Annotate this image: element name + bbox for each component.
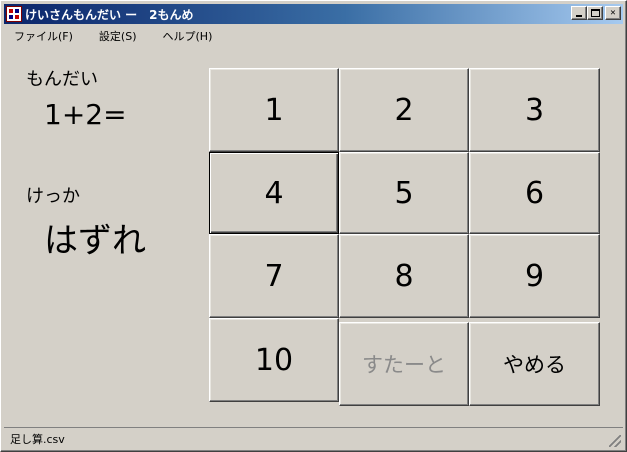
maximize-button[interactable] xyxy=(587,6,603,20)
app-window: けいさんもんだい ー 2もんめ ✕ ファイル(F) 設定(S) ヘルプ(H) も… xyxy=(0,0,627,452)
maximize-icon xyxy=(590,9,600,17)
menu-help[interactable]: ヘルプ(H) xyxy=(159,26,217,46)
result-value: はずれ xyxy=(44,221,146,261)
number-button-10[interactable]: 10 xyxy=(209,318,339,402)
status-bar: 足し算.csv xyxy=(4,427,623,449)
menu-bar: ファイル(F) 設定(S) ヘルプ(H) xyxy=(4,26,623,46)
number-button-6[interactable]: 6 xyxy=(469,152,600,234)
caption-buttons: ✕ xyxy=(571,6,621,20)
app-icon[interactable] xyxy=(6,6,22,22)
problem-label: もんだい xyxy=(26,69,98,90)
close-button[interactable]: ✕ xyxy=(605,6,621,20)
start-button[interactable]: すたーと xyxy=(339,322,469,406)
number-button-4[interactable]: 4 xyxy=(209,152,339,234)
minimize-icon xyxy=(576,15,582,17)
status-filename: 足し算.csv xyxy=(10,432,65,446)
problem-expression: 1+2= xyxy=(44,98,127,131)
result-label: けっか xyxy=(26,186,80,207)
number-button-2[interactable]: 2 xyxy=(339,68,469,152)
number-button-3[interactable]: 3 xyxy=(469,68,600,152)
minimize-button[interactable] xyxy=(571,6,587,20)
quit-button[interactable]: やめる xyxy=(469,322,600,406)
resize-grip-icon[interactable] xyxy=(609,435,621,447)
number-button-1[interactable]: 1 xyxy=(209,68,339,152)
number-button-5[interactable]: 5 xyxy=(339,152,469,234)
client-area: もんだい 1+2= けっか はずれ 1 2 3 4 5 6 7 8 9 10 す… xyxy=(4,47,623,425)
menu-file[interactable]: ファイル(F) xyxy=(10,26,77,46)
close-icon: ✕ xyxy=(610,7,616,18)
title-bar[interactable]: けいさんもんだい ー 2もんめ ✕ xyxy=(4,4,623,24)
menu-settings[interactable]: 設定(S) xyxy=(95,26,141,46)
number-button-7[interactable]: 7 xyxy=(209,234,339,318)
window-title: けいさんもんだい ー 2もんめ xyxy=(25,7,194,22)
number-button-9[interactable]: 9 xyxy=(469,234,600,318)
number-button-8[interactable]: 8 xyxy=(339,234,469,318)
